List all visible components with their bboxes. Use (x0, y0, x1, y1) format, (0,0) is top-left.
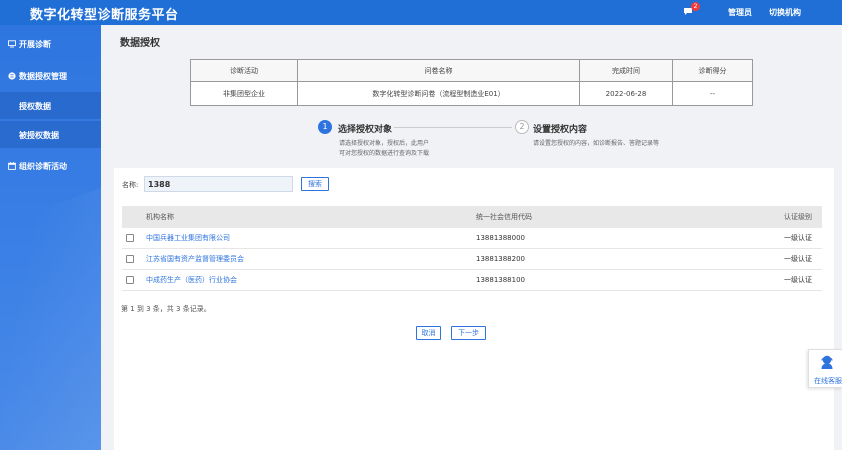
step-1-description: 请选择授权对象，授权后，此用户 可对您授权的数据进行查询及下载 (339, 139, 429, 159)
calendar-icon (8, 162, 16, 170)
table-row: 中国兵器工业集团有限公司 13881388000 一级认证 (122, 228, 822, 249)
online-service-label: 在线客服 (814, 377, 842, 385)
next-step-button[interactable]: 下一步 (451, 326, 486, 340)
app-title: 数字化转型诊断服务平台 (30, 8, 179, 23)
table-row: 非集团型企业 数字化转型诊断问卷（流程型制造业E01） 2022-06-28 -… (190, 81, 753, 106)
org-name-link[interactable]: 江苏省国有资产监督管理委员会 (146, 249, 244, 270)
column-header: 认证级别 (784, 213, 812, 221)
step-2-title: 设置授权内容 (533, 125, 588, 135)
cert-level: 一级认证 (784, 234, 812, 242)
pagination-summary: 第 1 到 3 条，共 3 条记录。 (121, 305, 211, 313)
table-row: 江苏省国有资产监督管理委员会 13881388200 一级认证 (122, 249, 822, 270)
cert-level: 一级认证 (784, 255, 812, 263)
sidebar-item-organize-activity[interactable]: 组织诊断活动 (0, 151, 101, 181)
monitor-icon (8, 40, 16, 48)
column-header: 机构名称 (146, 213, 174, 221)
activity-cell: 非集团型企业 (190, 81, 298, 106)
sidebar-item-received-data[interactable]: 被授权数据 (0, 121, 101, 148)
table-row: 中成药生产（医药）行业协会 13881388100 一级认证 (122, 270, 822, 291)
sidebar-item-start-diagnosis[interactable]: 开展诊断 (0, 29, 101, 59)
row-checkbox[interactable] (126, 234, 134, 242)
customer-service-icon (821, 355, 833, 369)
sidebar-item-label: 开展诊断 (19, 40, 51, 49)
org-name-link[interactable]: 中国兵器工业集团有限公司 (146, 228, 230, 249)
finish-time-cell: 2022-06-28 (579, 81, 673, 106)
sidebar: 开展诊断 数据授权管理 授权数据 被授权数据 组织诊断活动 (0, 25, 101, 450)
column-header: 问卷名称 (297, 59, 580, 82)
credit-code: 13881388000 (476, 234, 525, 242)
sidebar-item-authorized-data[interactable]: 授权数据 (0, 92, 101, 119)
step-2-indicator: 2 (515, 120, 529, 134)
top-header: 数字化转型诊断服务平台 2 管理员 切换机构 (0, 0, 842, 25)
table-header-row: 诊断活动 问卷名称 完成时间 诊断得分 (190, 59, 753, 82)
step-connector (394, 127, 512, 128)
sidebar-item-label: 被授权数据 (19, 131, 59, 140)
user-name[interactable]: 管理员 (728, 7, 752, 18)
column-header: 诊断得分 (672, 59, 753, 82)
column-header: 完成时间 (579, 59, 673, 82)
cancel-button[interactable]: 取消 (416, 326, 441, 340)
cert-level: 一级认证 (784, 276, 812, 284)
row-checkbox[interactable] (126, 276, 134, 284)
search-input[interactable] (144, 176, 293, 192)
switch-org-link[interactable]: 切换机构 (769, 7, 801, 18)
column-header: 统一社会信用代码 (476, 213, 532, 221)
table-header-row: 机构名称 统一社会信用代码 认证级别 (122, 206, 822, 228)
message-count-badge: 2 (691, 2, 700, 11)
step-1-indicator: 1 (318, 120, 332, 134)
sidebar-item-label: 数据授权管理 (19, 72, 67, 81)
sidebar-item-data-auth-management[interactable]: 数据授权管理 (0, 61, 101, 91)
search-label: 名称: (122, 181, 139, 189)
search-button[interactable]: 搜索 (301, 177, 329, 191)
online-service-widget[interactable]: 在线客服 (808, 349, 842, 388)
step-1-desc-line: 请选择授权对象，授权后，此用户 (339, 140, 430, 147)
row-checkbox[interactable] (126, 255, 134, 263)
page-title: 数据授权 (120, 38, 160, 49)
step-1-desc-line: 可对您授权的数据进行查询及下载 (339, 150, 430, 157)
credit-code: 13881388200 (476, 255, 525, 263)
questionnaire-cell: 数字化转型诊断问卷（流程型制造业E01） (297, 81, 580, 106)
data-icon (8, 72, 16, 80)
org-name-link[interactable]: 中成药生产（医药）行业协会 (146, 270, 237, 291)
step-2-description: 请设置您授权的内容，如诊断报告、答题记录等 (533, 140, 660, 147)
credit-code: 13881388100 (476, 276, 525, 284)
step-1-title: 选择授权对象 (338, 125, 393, 135)
questionnaire-info-table: 诊断活动 问卷名称 完成时间 诊断得分 非集团型企业 数字化转型诊断问卷（流程型… (190, 59, 753, 106)
score-cell: -- (672, 81, 753, 106)
sidebar-item-label: 组织诊断活动 (19, 162, 67, 171)
sidebar-item-label: 授权数据 (19, 102, 51, 111)
column-header: 诊断活动 (190, 59, 298, 82)
